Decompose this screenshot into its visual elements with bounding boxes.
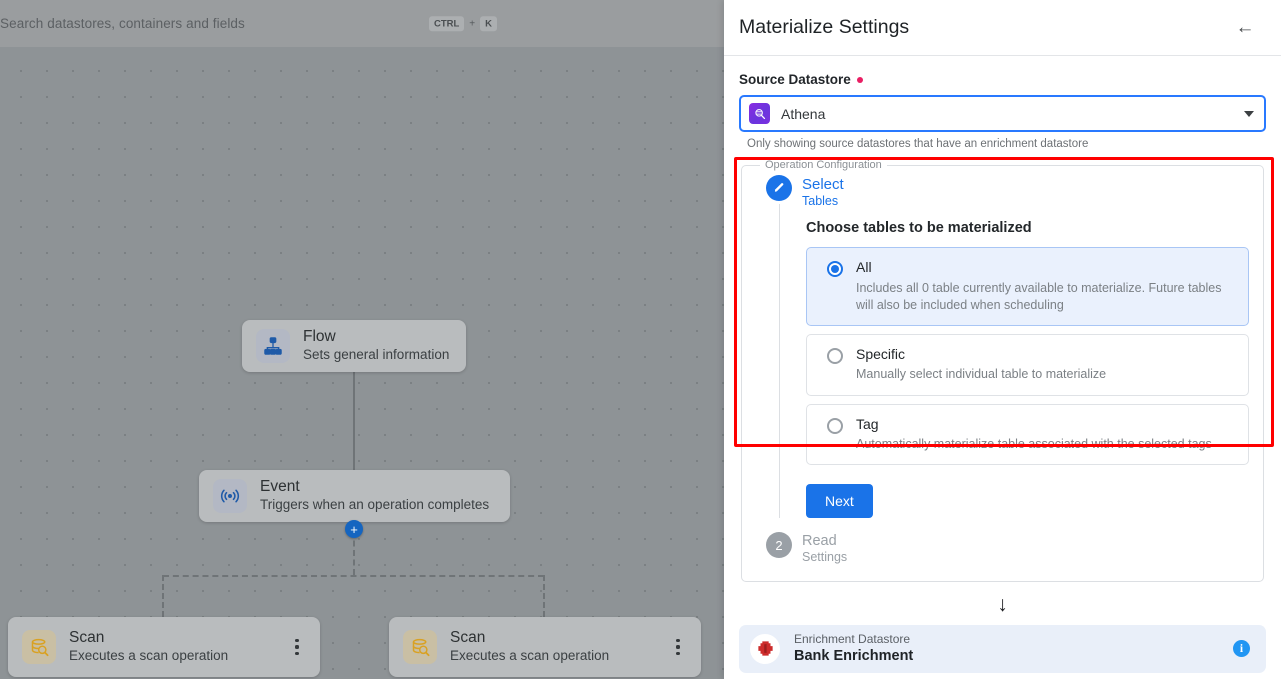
add-node-button[interactable]: +: [345, 520, 363, 538]
connector-down-left: [162, 575, 164, 617]
radio-all-icon[interactable]: [827, 261, 843, 278]
page-title: Materialize Settings: [739, 16, 910, 38]
kbd-ctrl: CTRL: [427, 14, 466, 33]
step-2-heading: Read Settings: [802, 532, 847, 565]
enrichment-datastore-card[interactable]: Enrichment Datastore Bank Enrichment i: [739, 624, 1266, 673]
radio-specific-icon[interactable]: [827, 348, 843, 365]
node-event[interactable]: Event Triggers when an operation complet…: [199, 470, 510, 522]
search-placeholder: Search datastores, containers and fields: [0, 16, 245, 31]
option-all-title: All: [856, 259, 872, 276]
node-scan-2-subtitle: Executes a scan operation: [450, 648, 610, 664]
step-1-heading: Select Tables: [802, 175, 1249, 208]
node-scan-1-menu-icon[interactable]: [288, 637, 306, 657]
option-specific-title: Specific: [856, 346, 906, 363]
source-datastore-label: Source Datastore: [739, 72, 1266, 87]
step-1-title: Select: [802, 176, 844, 193]
step-2-badge: 2: [766, 532, 792, 558]
step-1-rail: [756, 175, 802, 518]
enrichment-datastore-icon: [750, 633, 780, 664]
option-tag[interactable]: Tag Automatically materialize table asso…: [806, 403, 1249, 465]
choose-tables-heading: Choose tables to be materialized: [806, 220, 1032, 237]
athena-icon: [749, 103, 770, 124]
drawer-body: Source Datastore Athena Only showing sou…: [724, 56, 1281, 673]
radio-tag-icon[interactable]: [827, 417, 843, 434]
enrichment-caption: Enrichment Datastore: [794, 632, 911, 647]
step-2-subtitle: Settings: [802, 550, 848, 565]
connector-flow-to-event: [353, 372, 355, 475]
step-1-badge-icon: [766, 175, 792, 201]
step-2-rail: 2: [756, 532, 802, 565]
step-read-settings[interactable]: 2 Read Settings: [756, 532, 1249, 565]
node-scan-2-menu-icon[interactable]: [669, 637, 687, 657]
node-flow-subtitle: Sets general information: [303, 347, 450, 363]
app-root: Flow Sets general information Event Trig…: [0, 0, 1281, 679]
back-arrow-icon[interactable]: ←: [1231, 14, 1259, 42]
info-icon[interactable]: i: [1233, 640, 1250, 658]
required-indicator-icon: [856, 76, 863, 83]
scan-icon: [22, 630, 56, 664]
kbd-plus: +: [469, 18, 476, 29]
node-scan-2-title: Scan: [450, 629, 486, 647]
option-specific-description: Manually select individual table to mate…: [856, 367, 1107, 382]
option-all-description: Includes all 0 table currently available…: [856, 280, 1222, 312]
source-datastore-helper: Only showing source datastores that have…: [747, 138, 1089, 150]
scan-icon: [403, 630, 437, 664]
operation-configuration-legend: Operation Configuration: [765, 159, 882, 171]
option-tag-title: Tag: [856, 415, 879, 432]
step-1-subtitle: Tables: [802, 193, 839, 208]
node-event-title: Event: [260, 478, 300, 496]
source-datastore-label-text: Source Datastore: [739, 72, 851, 87]
node-flow[interactable]: Flow Sets general information: [242, 320, 466, 372]
step-select-tables: Select Tables Choose tables to be materi…: [756, 175, 1249, 518]
search-input[interactable]: Search datastores, containers and fields…: [0, 7, 512, 40]
source-datastore-value: Athena: [781, 105, 826, 122]
connector-horizontal-split: [163, 575, 544, 577]
option-specific[interactable]: Specific Manually select individual tabl…: [806, 334, 1249, 396]
step-1-connector-line: [778, 204, 780, 518]
step-2-title: Read: [802, 533, 837, 549]
next-button[interactable]: Next: [806, 484, 873, 518]
enrichment-name: Bank Enrichment: [794, 648, 914, 665]
operation-configuration: Operation Configuration Select Tables Ch…: [741, 159, 1264, 582]
option-tag-description: Automatically materialize table associat…: [856, 436, 1212, 451]
flow-down-arrow-icon: ↓: [997, 592, 1008, 616]
node-scan-1[interactable]: Scan Executes a scan operation: [8, 617, 320, 677]
source-datastore-select[interactable]: Athena: [739, 95, 1266, 132]
node-scan-2[interactable]: Scan Executes a scan operation: [389, 617, 701, 677]
flow-canvas[interactable]: Flow Sets general information Event Trig…: [0, 0, 724, 679]
drawer-header: Materialize Settings ←: [724, 0, 1281, 56]
materialize-settings-drawer: Materialize Settings ← Source Datastore …: [724, 0, 1281, 679]
node-scan-1-title: Scan: [69, 629, 105, 647]
broadcast-icon: [213, 479, 247, 513]
step-1-content: Choose tables to be materialized All Inc…: [802, 208, 1249, 518]
option-all[interactable]: All Includes all 0 table currently avail…: [806, 247, 1249, 327]
kbd-k: K: [479, 14, 498, 33]
chevron-down-icon[interactable]: [1244, 110, 1254, 117]
search-shortcut-hint: CTRL + K: [427, 14, 498, 33]
node-scan-1-subtitle: Executes a scan operation: [69, 648, 229, 664]
node-event-subtitle: Triggers when an operation completes: [260, 497, 490, 513]
flow-icon: [256, 329, 290, 363]
top-bar: Search datastores, containers and fields…: [0, 0, 724, 47]
connector-down-right: [543, 575, 545, 617]
node-flow-title: Flow: [303, 328, 336, 346]
operation-configuration-wrap: Operation Configuration Select Tables Ch…: [734, 157, 1274, 582]
